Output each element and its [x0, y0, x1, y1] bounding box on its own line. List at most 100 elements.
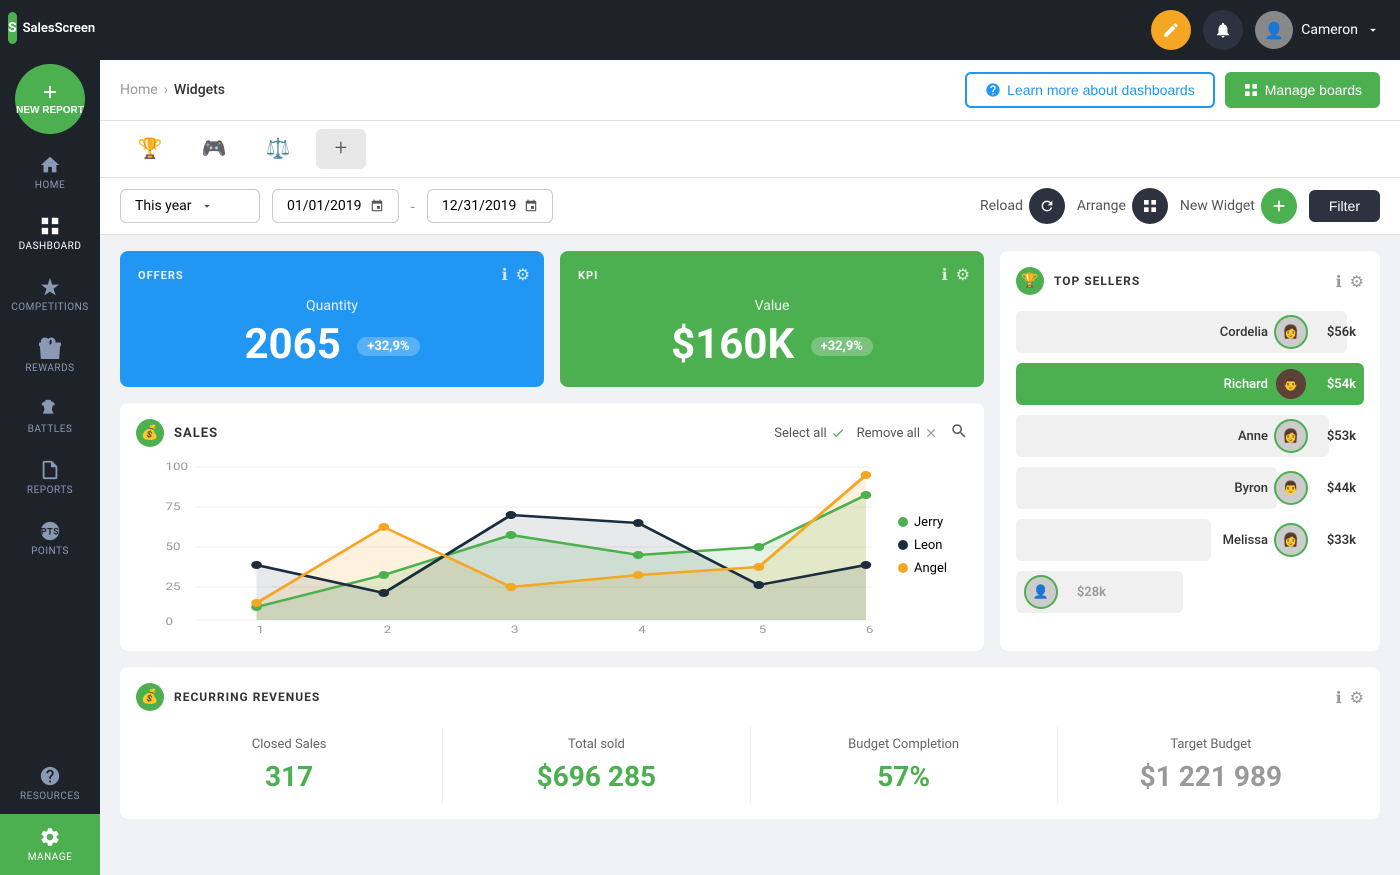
remove-all-button[interactable]: Remove all — [857, 426, 938, 441]
manage-boards-button[interactable]: Manage boards — [1225, 72, 1380, 108]
reload-action[interactable]: Reload — [980, 188, 1065, 224]
recurring-info-icon[interactable]: ℹ — [1336, 688, 1342, 707]
tab-add[interactable]: + — [316, 129, 366, 169]
sidebar-item-manage[interactable]: MANAGE — [0, 814, 100, 875]
sidebar-label-competitions: COMPETITIONS — [11, 302, 88, 313]
metric-total-sold-value: $696 285 — [443, 760, 749, 793]
svg-text:0: 0 — [165, 616, 173, 628]
tabs-bar: 🏆 🎮 ⚖️ + — [100, 121, 1400, 178]
arrange-label: Arrange — [1077, 198, 1126, 214]
offers-settings-icon[interactable]: ⚙ — [516, 265, 530, 284]
select-all-button[interactable]: Select all — [774, 426, 844, 441]
user-menu[interactable]: 👤 Cameron — [1255, 11, 1380, 49]
kpi-kpi-value: $160K +32,9% — [578, 320, 966, 369]
pencil-icon-button[interactable] — [1151, 10, 1191, 50]
sidebar-item-competitions[interactable]: COMPETITIONS — [0, 264, 100, 325]
legend-angel: Angel — [898, 561, 960, 576]
metric-target-budget: Target Budget $1 221 989 — [1058, 727, 1364, 803]
new-report-button[interactable]: NEW REPORT — [15, 64, 85, 134]
legend-jerry: Jerry — [898, 515, 960, 530]
sidebar-label-reports: REPORTS — [27, 485, 73, 496]
svg-text:2: 2 — [384, 624, 392, 635]
sales-widget: 💰 SALES Select all Remove all — [120, 403, 984, 651]
date-start-input[interactable]: 01/01/2019 — [272, 189, 399, 223]
sales-controls: Select all Remove all — [774, 422, 968, 444]
app-name: SalesScreen — [23, 21, 96, 36]
sidebar-label-rewards: REWARDS — [25, 363, 74, 374]
seller-row-anne: Anne 👩 $53k — [1016, 415, 1364, 457]
sidebar-label-points: POINTS — [31, 546, 69, 557]
breadcrumb-home[interactable]: Home — [120, 82, 158, 98]
sidebar-nav: HOME DASHBOARD COMPETITIONS REWARDS BATT… — [0, 142, 100, 569]
sidebar: S SalesScreen NEW REPORT HOME DASHBOARD … — [0, 0, 100, 875]
seller-row-unknown: 👤 $28k — [1016, 571, 1364, 613]
sidebar-item-rewards[interactable]: REWARDS — [0, 325, 100, 386]
filter-label: Filter — [1329, 198, 1360, 214]
notification-icon-button[interactable] — [1203, 10, 1243, 50]
sidebar-label-dashboard: DASHBOARD — [19, 241, 82, 252]
offers-widget: OFFERS ℹ ⚙ Quantity 2065 +32,9% — [120, 251, 544, 387]
kpi-widget: KPI ℹ ⚙ Value $160K +32,9% — [560, 251, 984, 387]
chart-legend: Jerry Leon Angel — [898, 455, 968, 635]
offers-actions: ℹ ⚙ — [502, 265, 530, 284]
kpi-kpi-label: Value — [578, 298, 966, 314]
tab-game[interactable]: 🎮 — [184, 121, 244, 177]
recurring-metrics: Closed Sales 317 Total sold $696 285 Bud… — [136, 727, 1364, 803]
top-sellers-header: 🏆 TOP SELLERS ℹ ⚙ — [1016, 267, 1364, 295]
logo-icon: S — [8, 12, 17, 44]
svg-text:4: 4 — [638, 624, 646, 635]
metric-closed-sales-label: Closed Sales — [136, 737, 442, 752]
offers-info-icon[interactable]: ℹ — [502, 265, 508, 284]
seller-row-melissa: Melissa 👩 $33k — [1016, 519, 1364, 561]
offers-title: OFFERS — [138, 269, 526, 282]
seller-avatar-melissa: 👩 — [1274, 523, 1308, 557]
tab-balance[interactable]: ⚖️ — [248, 121, 308, 177]
recurring-icon: 💰 — [136, 683, 164, 711]
svg-text:6: 6 — [866, 624, 874, 635]
sidebar-item-battles[interactable]: BATTLES — [0, 386, 100, 447]
sidebar-label-manage: MANAGE — [28, 852, 73, 863]
kpi-settings-icon[interactable]: ⚙ — [956, 265, 970, 284]
top-sellers-info-icon[interactable]: ℹ — [1336, 272, 1342, 291]
content-header: Home › Widgets Learn more about dashboar… — [100, 60, 1400, 121]
top-sellers-settings-icon[interactable]: ⚙ — [1350, 272, 1364, 291]
svg-text:75: 75 — [165, 501, 180, 513]
metric-budget-completion-label: Budget Completion — [751, 737, 1057, 752]
offers-kpi-value: 2065 +32,9% — [138, 320, 526, 369]
sellers-list: Cordelia 👩 $56k Richard 👨 $54k — [1016, 311, 1364, 613]
sales-title-area: 💰 SALES — [136, 419, 218, 447]
reload-icon — [1029, 188, 1065, 224]
sidebar-item-dashboard[interactable]: DASHBOARD — [0, 203, 100, 264]
sidebar-item-reports[interactable]: REPORTS — [0, 447, 100, 508]
sales-title: SALES — [174, 426, 218, 441]
seller-row-cordelia: Cordelia 👩 $56k — [1016, 311, 1364, 353]
date-end-input[interactable]: 12/31/2019 — [427, 189, 554, 223]
breadcrumb-separator: › — [164, 82, 168, 98]
date-separator: - — [411, 197, 415, 216]
sidebar-item-points[interactable]: PTS POINTS — [0, 508, 100, 569]
reload-label: Reload — [980, 198, 1023, 214]
svg-text:25: 25 — [165, 581, 180, 593]
main-content: 👤 Cameron Home › Widgets Learn more abou… — [100, 0, 1400, 875]
top-sellers-title-area: 🏆 TOP SELLERS — [1016, 267, 1140, 295]
kpi-info-icon[interactable]: ℹ — [942, 265, 948, 284]
metric-budget-completion: Budget Completion 57% — [751, 727, 1058, 803]
learn-more-button[interactable]: Learn more about dashboards — [965, 72, 1215, 108]
recurring-settings-icon[interactable]: ⚙ — [1350, 688, 1364, 707]
svg-text:1: 1 — [257, 624, 265, 635]
tab-trophy[interactable]: 🏆 — [120, 121, 180, 177]
filter-button[interactable]: Filter — [1309, 190, 1380, 222]
sidebar-item-resources[interactable]: RESOURCES — [0, 753, 100, 814]
metric-target-budget-label: Target Budget — [1058, 737, 1364, 752]
new-widget-action[interactable]: New Widget — [1180, 188, 1297, 224]
arrange-action[interactable]: Arrange — [1077, 188, 1168, 224]
legend-leon: Leon — [898, 538, 960, 553]
period-select[interactable]: This year — [120, 189, 260, 223]
metric-total-sold-label: Total sold — [443, 737, 749, 752]
chart-search-button[interactable] — [950, 422, 968, 444]
svg-text:5: 5 — [759, 624, 767, 635]
top-sellers-icon: 🏆 — [1016, 267, 1044, 295]
kpi-title: KPI — [578, 269, 966, 282]
sidebar-label-battles: BATTLES — [28, 424, 73, 435]
sidebar-item-home[interactable]: HOME — [0, 142, 100, 203]
